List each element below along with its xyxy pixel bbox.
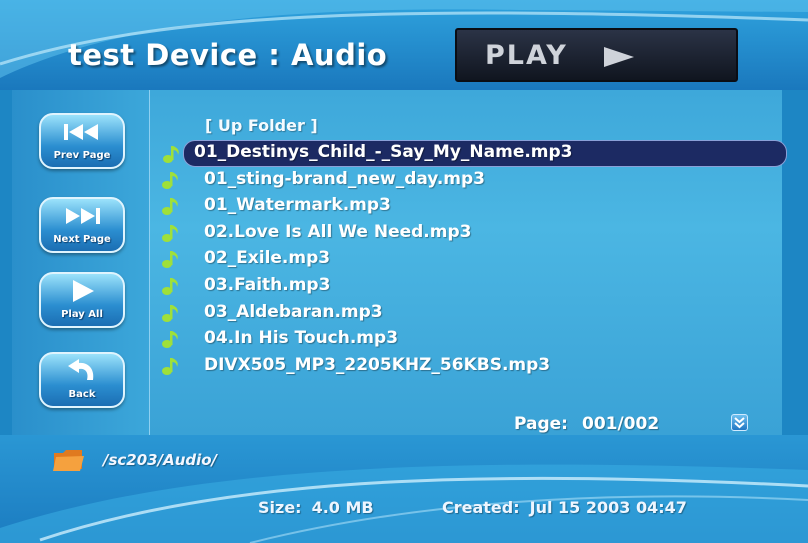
- sidebar: Prev Page Next Page Play All Back: [12, 90, 150, 435]
- play-status-label: PLAY: [485, 40, 568, 71]
- play-arrow-icon: [604, 47, 634, 67]
- current-path: /sc203/Audio/: [103, 451, 218, 469]
- size-value: 4.0 MB: [311, 498, 374, 517]
- file-name: 02.Love Is All We Need.mp3: [204, 221, 472, 242]
- page-indicator: Page: 001/002: [514, 414, 659, 434]
- prev-page-label: Prev Page: [53, 150, 111, 161]
- page-title: test Device : Audio: [68, 38, 388, 72]
- file-name: 01_sting-brand_new_day.mp3: [204, 168, 485, 189]
- back-arrow-icon: [68, 359, 94, 380]
- music-note-icon: [162, 224, 178, 242]
- page-label: Page:: [514, 414, 568, 434]
- file-name: 01_Destinys_Child_-_Say_My_Name.mp3: [194, 142, 573, 162]
- file-name: 03.Faith.mp3: [204, 275, 331, 295]
- music-note-icon: [162, 331, 178, 349]
- file-list: 01_Destinys_Child_-_Say_My_Name.mp3 01_st…: [150, 90, 787, 435]
- file-name: 02_Exile.mp3: [204, 248, 331, 269]
- file-list-item[interactable]: 02_Exile.mp3: [160, 246, 760, 273]
- file-name: DIVX505_MP3_2205KHZ_56KBS.mp3: [204, 354, 551, 375]
- file-list-item[interactable]: 03.Faith.mp3: [160, 273, 760, 300]
- next-page-button[interactable]: Next Page: [39, 197, 125, 253]
- file-list-item[interactable]: 02.Love Is All We Need.mp3: [160, 220, 760, 247]
- file-name: 01_Watermark.mp3: [204, 195, 391, 216]
- page-value: 001/002: [581, 414, 660, 434]
- file-list-item[interactable]: 04.In His Touch.mp3: [160, 326, 760, 353]
- folder-icon: [53, 450, 84, 471]
- music-note-icon: [162, 304, 178, 322]
- up-folder-item[interactable]: [ Up Folder ]: [205, 116, 318, 135]
- music-note-icon: [162, 278, 178, 295]
- scroll-down-button[interactable]: [731, 414, 748, 431]
- back-label: Back: [68, 389, 96, 400]
- file-list-item-selected[interactable]: 01_Destinys_Child_-_Say_My_Name.mp3: [163, 140, 787, 167]
- file-created-info: Created: Jul 15 2003 04:47: [442, 498, 687, 517]
- music-note-icon: [162, 251, 178, 269]
- play-all-button[interactable]: Play All: [39, 272, 125, 328]
- file-size-info: Size: 4.0 MB: [258, 498, 374, 517]
- media-player-screen: test Device : Audio PLAY Prev Page Next …: [0, 0, 808, 543]
- size-label: Size:: [258, 498, 302, 517]
- back-button[interactable]: Back: [39, 352, 125, 408]
- file-list-item[interactable]: 01_Watermark.mp3: [160, 193, 760, 220]
- file-list-item[interactable]: DIVX505_MP3_2205KHZ_56KBS.mp3: [160, 353, 760, 380]
- file-list-item[interactable]: 01_sting-brand_new_day.mp3: [160, 167, 760, 194]
- next-page-label: Next Page: [53, 234, 111, 245]
- skip-forward-icon: [66, 208, 100, 224]
- music-note-icon: [162, 171, 178, 189]
- file-name: 03_Aldebaran.mp3: [204, 301, 383, 322]
- prev-page-button[interactable]: Prev Page: [39, 113, 125, 169]
- created-value: Jul 15 2003 04:47: [529, 498, 687, 517]
- created-label: Created:: [442, 498, 520, 517]
- skip-back-icon: [64, 124, 98, 140]
- file-list-item[interactable]: 03_Aldebaran.mp3: [160, 300, 760, 327]
- music-note-icon: [162, 357, 178, 375]
- play-all-label: Play All: [61, 309, 103, 320]
- music-note-icon: [163, 146, 179, 163]
- file-list-panel: 01_Destinys_Child_-_Say_My_Name.mp3 01_st…: [150, 90, 787, 435]
- chevron-down-icon: [734, 417, 745, 429]
- music-note-icon: [162, 198, 178, 216]
- play-status-display: PLAY: [455, 28, 738, 82]
- file-name: 04.In His Touch.mp3: [204, 328, 399, 349]
- play-icon: [73, 280, 94, 302]
